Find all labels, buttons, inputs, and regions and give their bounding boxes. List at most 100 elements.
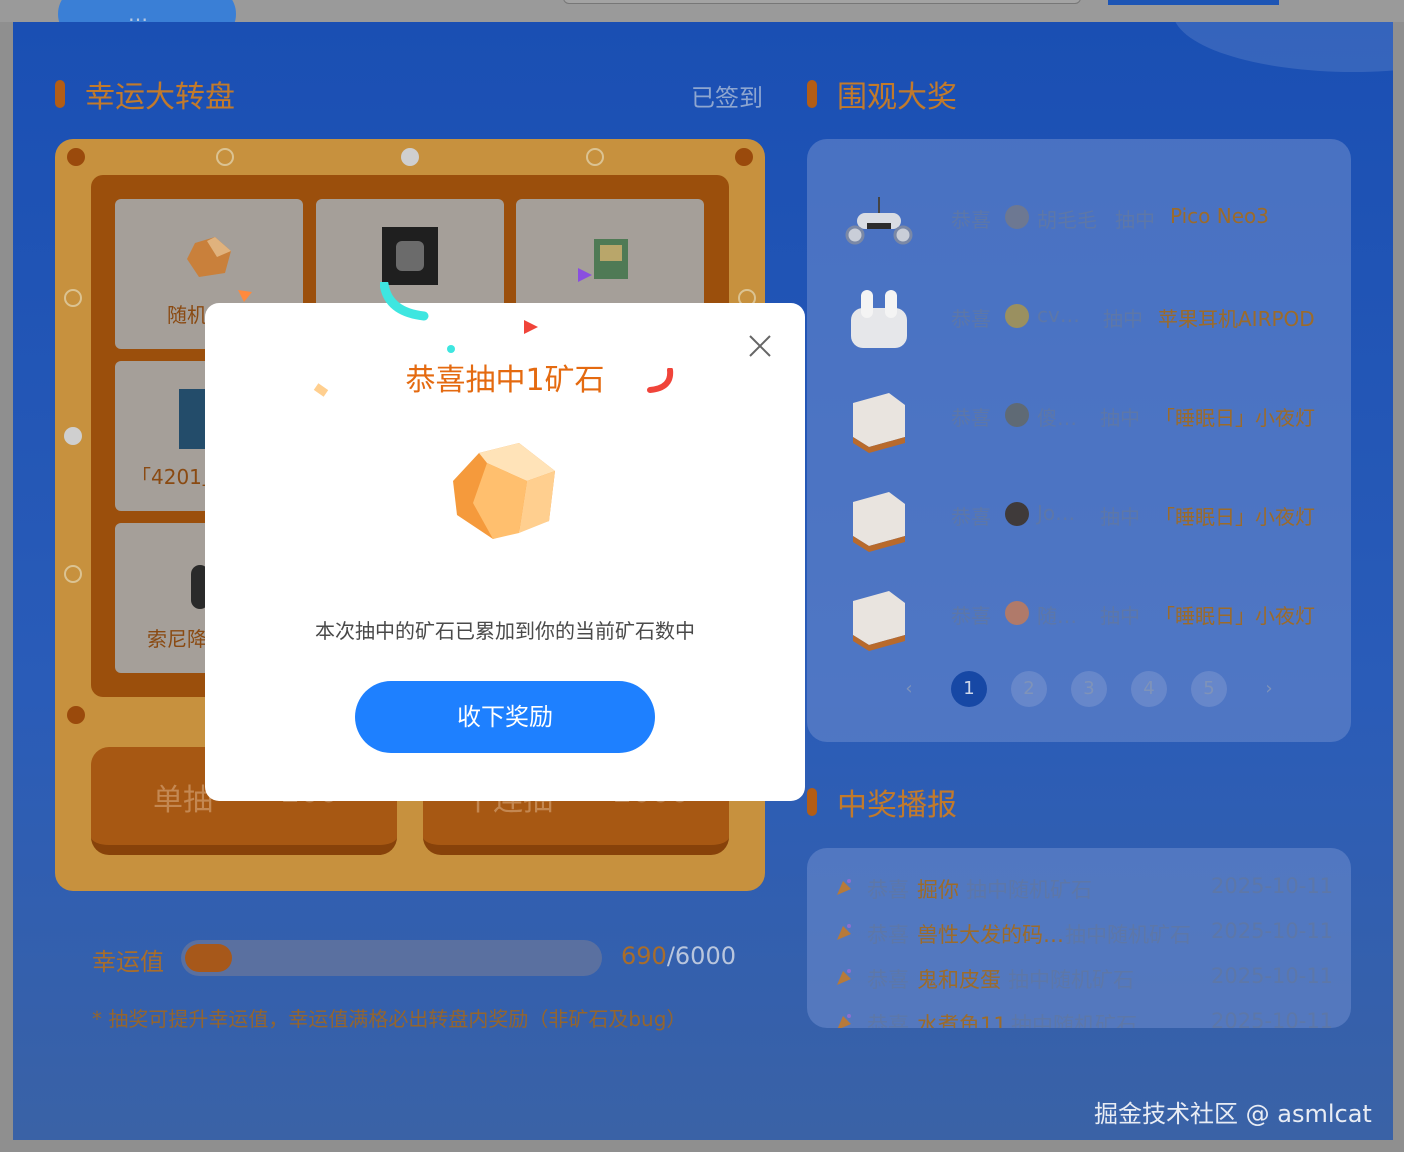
board-light bbox=[64, 427, 82, 445]
broadcast-user[interactable]: 兽性大发的码… bbox=[917, 919, 1064, 949]
luck-value: 690/6000 bbox=[621, 942, 736, 970]
prize-name: 「睡眠日」小夜灯 bbox=[1155, 406, 1315, 430]
congrats-text: 恭喜 bbox=[951, 505, 991, 529]
luck-progress-fill bbox=[185, 944, 233, 972]
broadcast-row: 恭喜 水煮鱼11 抽中随机矿石 2025-10-11 bbox=[807, 1001, 1351, 1028]
congrats-text: 恭喜 bbox=[867, 1013, 909, 1028]
lottery-section-title: 幸运大转盘 bbox=[55, 72, 235, 116]
action-text: 抽中 bbox=[1103, 307, 1143, 331]
winner-name[interactable]: Jo… bbox=[1037, 501, 1075, 525]
action-text: 抽中 bbox=[1100, 604, 1140, 628]
single-draw-label: 单抽 bbox=[153, 783, 213, 818]
pagination-page[interactable]: 3 bbox=[1071, 671, 1107, 707]
board-light bbox=[216, 148, 234, 166]
close-icon[interactable] bbox=[745, 331, 775, 361]
modal-title: 恭喜抽中1矿石 bbox=[405, 363, 605, 398]
action-text: 抽中 bbox=[1100, 505, 1140, 529]
winners-panel: 恭喜 胡毛毛 抽中 Pico Neo3 恭喜 cv… 抽中 苹果耳机AIRPOD… bbox=[807, 139, 1351, 742]
board-light bbox=[67, 706, 85, 724]
search-input[interactable] bbox=[563, 0, 1081, 4]
confetti bbox=[380, 282, 429, 321]
book-icon bbox=[179, 389, 207, 449]
broadcast-action: 抽中随机矿石 bbox=[1008, 968, 1134, 992]
broadcast-action: 抽中随机矿石 bbox=[1065, 923, 1191, 947]
board-light bbox=[64, 565, 82, 583]
ore-icon bbox=[453, 443, 555, 539]
congrats-text: 恭喜 bbox=[951, 307, 991, 331]
winner-row: 恭喜 cv… 抽中 苹果耳机AIRPOD bbox=[807, 272, 1351, 362]
broadcast-date: 2025-10-11 bbox=[1211, 874, 1334, 898]
winner-name[interactable]: 傻… bbox=[1037, 402, 1077, 431]
broadcast-user[interactable]: 水煮鱼11 bbox=[917, 1009, 1007, 1028]
congrats-text: 恭喜 bbox=[867, 923, 909, 947]
confetti bbox=[524, 320, 538, 334]
avatar bbox=[1005, 601, 1029, 625]
decor-wave bbox=[1173, 22, 1393, 72]
board-light bbox=[735, 148, 753, 166]
accept-reward-button[interactable]: 收下奖励 bbox=[355, 681, 655, 753]
avatar bbox=[1005, 304, 1029, 328]
congrats-text: 恭喜 bbox=[951, 406, 991, 430]
prize-name: 苹果耳机AIRPOD bbox=[1158, 307, 1315, 331]
party-popper-icon bbox=[837, 969, 851, 985]
lottery-title-text: 幸运大转盘 bbox=[85, 80, 235, 115]
winners-section-title: 围观大奖 bbox=[807, 72, 957, 116]
board-light bbox=[67, 148, 85, 166]
pagination-prev[interactable]: ‹ bbox=[891, 671, 927, 707]
top-bar: … bbox=[0, 0, 1404, 42]
winner-name[interactable]: 胡毛毛 bbox=[1037, 204, 1097, 233]
pagination-page[interactable]: 2 bbox=[1011, 671, 1047, 707]
reward-modal: 恭喜抽中1矿石 本次抽中的矿石已累加到你的当前矿石数中 收下奖励 bbox=[205, 303, 805, 801]
action-text: 抽中 bbox=[1115, 208, 1155, 232]
header-button[interactable] bbox=[1108, 0, 1279, 5]
pagination-next[interactable]: › bbox=[1251, 671, 1287, 707]
night-lamp-icon bbox=[853, 492, 905, 552]
action-text: 抽中 bbox=[1100, 406, 1140, 430]
night-lamp-icon bbox=[853, 393, 905, 453]
watermark: 掘金技术社区 @ asmlcat bbox=[1094, 1100, 1372, 1128]
congrats-text: 恭喜 bbox=[951, 604, 991, 628]
confetti bbox=[447, 345, 455, 353]
winner-row: 恭喜 Jo… 抽中 「睡眠日」小夜灯 bbox=[807, 470, 1351, 560]
congrats-text: 恭喜 bbox=[867, 878, 909, 902]
winner-name[interactable]: 随… bbox=[1037, 600, 1077, 629]
confetti bbox=[313, 383, 329, 397]
luck-note: * 抽奖可提升幸运值，幸运值满格必出转盘内奖励（非矿石及bug） bbox=[92, 1007, 687, 1031]
congrats-text: 恭喜 bbox=[951, 208, 991, 232]
pagination-page[interactable]: 5 bbox=[1191, 671, 1227, 707]
keycap-icon bbox=[382, 227, 438, 285]
luck-total: /6000 bbox=[666, 942, 736, 970]
luck-label: 幸运值 bbox=[92, 948, 164, 976]
airpods-icon bbox=[851, 290, 907, 348]
night-lamp-icon bbox=[853, 591, 905, 651]
winner-row: 恭喜 随… 抽中 「睡眠日」小夜灯 bbox=[807, 569, 1351, 659]
congrats-text: 恭喜 bbox=[867, 968, 909, 992]
broadcast-row: 恭喜 兽性大发的码… 抽中随机矿石 2025-10-11 bbox=[807, 911, 1351, 951]
title-bar bbox=[807, 80, 817, 108]
broadcast-user[interactable]: 鬼和皮蛋 bbox=[917, 964, 1001, 994]
board-light bbox=[586, 148, 604, 166]
modal-description: 本次抽中的矿石已累加到你的当前矿石数中 bbox=[315, 619, 695, 643]
luck-progress-bar bbox=[181, 940, 602, 976]
pagination-page[interactable]: 1 bbox=[951, 671, 987, 707]
prize-name: Pico Neo3 bbox=[1170, 204, 1269, 228]
board-light bbox=[401, 148, 419, 166]
broadcast-row: 恭喜 掘你 抽中随机矿石 2025-10-11 bbox=[807, 866, 1351, 906]
signed-status[interactable]: 已签到 bbox=[691, 78, 763, 113]
winner-row: 恭喜 傻… 抽中 「睡眠日」小夜灯 bbox=[807, 371, 1351, 461]
broadcast-date: 2025-10-11 bbox=[1211, 1009, 1334, 1028]
prize-name: 「睡眠日」小夜灯 bbox=[1155, 505, 1315, 529]
ore-icon bbox=[187, 237, 231, 277]
party-popper-icon bbox=[837, 924, 851, 940]
winners-title-text: 围观大奖 bbox=[837, 80, 957, 115]
winner-name[interactable]: cv… bbox=[1037, 303, 1080, 327]
confetti bbox=[647, 368, 674, 393]
vr-headset-icon bbox=[845, 197, 913, 245]
confetti bbox=[238, 290, 252, 302]
broadcast-panel: 恭喜 掘你 抽中随机矿石 2025-10-11 恭喜 兽性大发的码… 抽中随机矿… bbox=[807, 848, 1351, 1028]
pagination-page[interactable]: 4 bbox=[1131, 671, 1167, 707]
broadcast-date: 2025-10-11 bbox=[1211, 919, 1334, 943]
title-bar bbox=[55, 80, 65, 108]
broadcast-action: 抽中随机矿石 bbox=[1011, 1013, 1137, 1028]
broadcast-user[interactable]: 掘你 bbox=[917, 874, 959, 904]
